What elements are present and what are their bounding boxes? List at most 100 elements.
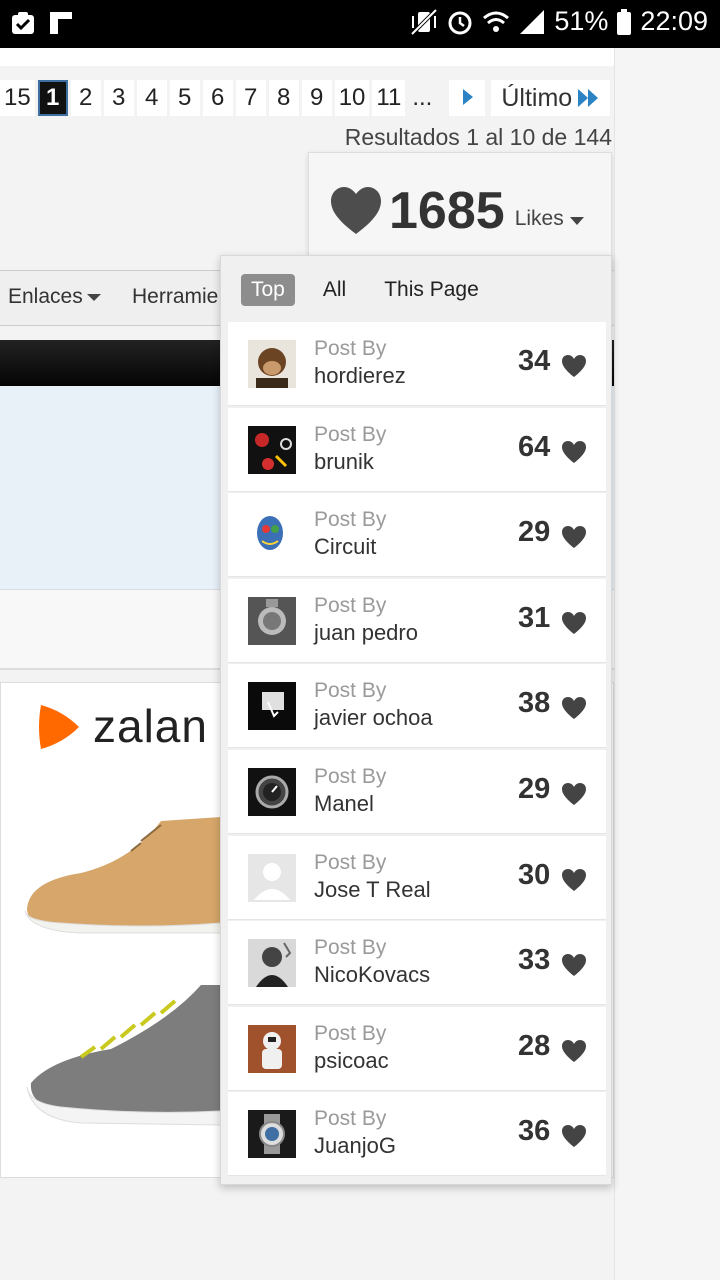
pagination-ellipsis: ... [412, 84, 433, 111]
list-item[interactable]: Post By Manel 29 [228, 749, 606, 834]
page-link-6[interactable]: 6 [202, 80, 233, 116]
post-author: hordierez [314, 363, 406, 388]
likes-tabs: Top All This Page [241, 274, 489, 306]
post-author: Circuit [314, 534, 377, 560]
heart-icon [331, 187, 381, 234]
list-item[interactable]: Post By javier ochoa 38 [228, 664, 606, 749]
page-link-4[interactable]: 4 [136, 80, 167, 116]
post-like-count: 29 [518, 516, 551, 549]
top-strip [0, 48, 614, 66]
clock: 22:09 [640, 6, 708, 36]
tab-this-page[interactable]: This Page [374, 274, 489, 306]
post-by-label: Post By [314, 422, 387, 446]
page-link-15[interactable]: 15 [0, 80, 35, 116]
gray-sneaker-image [26, 985, 221, 1126]
battery-percent: 51% [554, 6, 609, 36]
page-link-9[interactable]: 9 [301, 80, 332, 116]
avatar [248, 511, 296, 560]
avatar [248, 425, 296, 474]
post-author: Jose T Real [314, 876, 431, 902]
post-like-count: 28 [518, 1029, 551, 1062]
post-like-count: 30 [518, 858, 551, 891]
post-like-count: 34 [518, 345, 551, 377]
list-item[interactable]: Post By brunik 64 [228, 407, 606, 492]
nav-enlaces[interactable]: Enlaces [8, 285, 101, 309]
wifi-icon [483, 11, 510, 32]
tan-sneaker-image [24, 817, 221, 934]
post-like-count: 31 [518, 601, 551, 634]
post-author: psicoac [314, 1047, 389, 1073]
post-author: JuanjoG [314, 1133, 396, 1159]
post-by-label: Post By [314, 850, 387, 874]
heart-icon [562, 954, 586, 977]
heart-icon [562, 1039, 586, 1062]
tab-all[interactable]: All [313, 274, 356, 306]
page-link-2[interactable]: 2 [70, 80, 101, 116]
avatar [248, 1110, 296, 1159]
post-by-label: Post By [314, 936, 387, 960]
post-like-count: 64 [518, 430, 551, 463]
status-bar: 51% 22:09 [0, 0, 720, 48]
pagination: 15 1 2 3 4 5 6 7 8 9 10 11 ... Último [0, 78, 611, 118]
heart-icon [562, 440, 586, 463]
alarm-icon [448, 11, 472, 34]
ad-brand-text: zalan [93, 700, 208, 752]
post-by-label: Post By [314, 337, 387, 360]
avatar [248, 1024, 296, 1073]
post-author: Manel [314, 790, 374, 816]
avatar [248, 340, 296, 388]
last-page-label: Último [501, 84, 573, 112]
vibrate-icon [410, 8, 438, 35]
list-item[interactable]: Post By JuanjoG 36 [228, 1092, 606, 1177]
page-link-11[interactable]: 11 [372, 80, 406, 116]
post-by-label: Post By [314, 508, 387, 532]
post-by-label: Post By [314, 1107, 387, 1131]
results-text: Resultados 1 al 10 de 144 [344, 124, 612, 150]
post-author: juan pedro [314, 619, 418, 645]
post-like-count: 33 [518, 944, 551, 977]
page-link-7[interactable]: 7 [235, 80, 266, 116]
next-page-icon[interactable] [449, 80, 486, 116]
likes-count: 1685 [389, 182, 505, 240]
post-by-label: Post By [314, 679, 387, 703]
signal-icon [520, 9, 545, 34]
post-by-label: Post By [314, 764, 387, 788]
heart-icon [562, 782, 586, 805]
post-like-count: 38 [518, 687, 551, 720]
list-item[interactable]: Post By Circuit 29 [228, 493, 606, 578]
page-right-margin [614, 48, 720, 1280]
clipboard-check-icon [12, 12, 34, 34]
post-author: brunik [314, 448, 374, 474]
avatar [248, 939, 296, 988]
likes-label: Likes [514, 207, 564, 230]
battery-icon [617, 8, 632, 35]
list-item[interactable]: Post By juan pedro 31 [228, 578, 606, 663]
tab-top[interactable]: Top [241, 274, 295, 306]
post-like-count: 36 [518, 1115, 551, 1148]
post-by-label: Post By [314, 593, 387, 617]
page-link-1-current[interactable]: 1 [37, 80, 68, 116]
heart-icon [562, 868, 586, 891]
page-link-3[interactable]: 3 [103, 80, 134, 116]
post-like-count: 29 [518, 772, 551, 805]
avatar [248, 682, 296, 731]
post-author: javier ochoa [314, 705, 433, 731]
heart-icon [562, 697, 586, 720]
heart-icon [562, 611, 586, 634]
list-item[interactable]: Post By hordierez 34 [228, 322, 606, 406]
nav-herramientas[interactable]: Herramie [132, 285, 218, 309]
list-item[interactable]: Post By NicoKovacs 33 [228, 921, 606, 1006]
post-author: NicoKovacs [314, 962, 431, 988]
likes-button[interactable]: 1685 Likes [308, 152, 612, 270]
page-link-10[interactable]: 10 [334, 80, 370, 116]
page-link-5[interactable]: 5 [169, 80, 200, 116]
likes-dropdown: Top All This Page Post By hordierez 34 P… [220, 255, 612, 1185]
zalando-logo-icon [39, 705, 79, 749]
list-item[interactable]: Post By psicoac 28 [228, 1006, 606, 1091]
double-arrow-icon [578, 89, 600, 107]
flipboard-icon [50, 12, 72, 34]
page-link-8[interactable]: 8 [268, 80, 299, 116]
list-item[interactable]: Post By Jose T Real 30 [228, 835, 606, 920]
last-page-button[interactable]: Último [491, 80, 611, 116]
heart-icon [562, 355, 586, 377]
